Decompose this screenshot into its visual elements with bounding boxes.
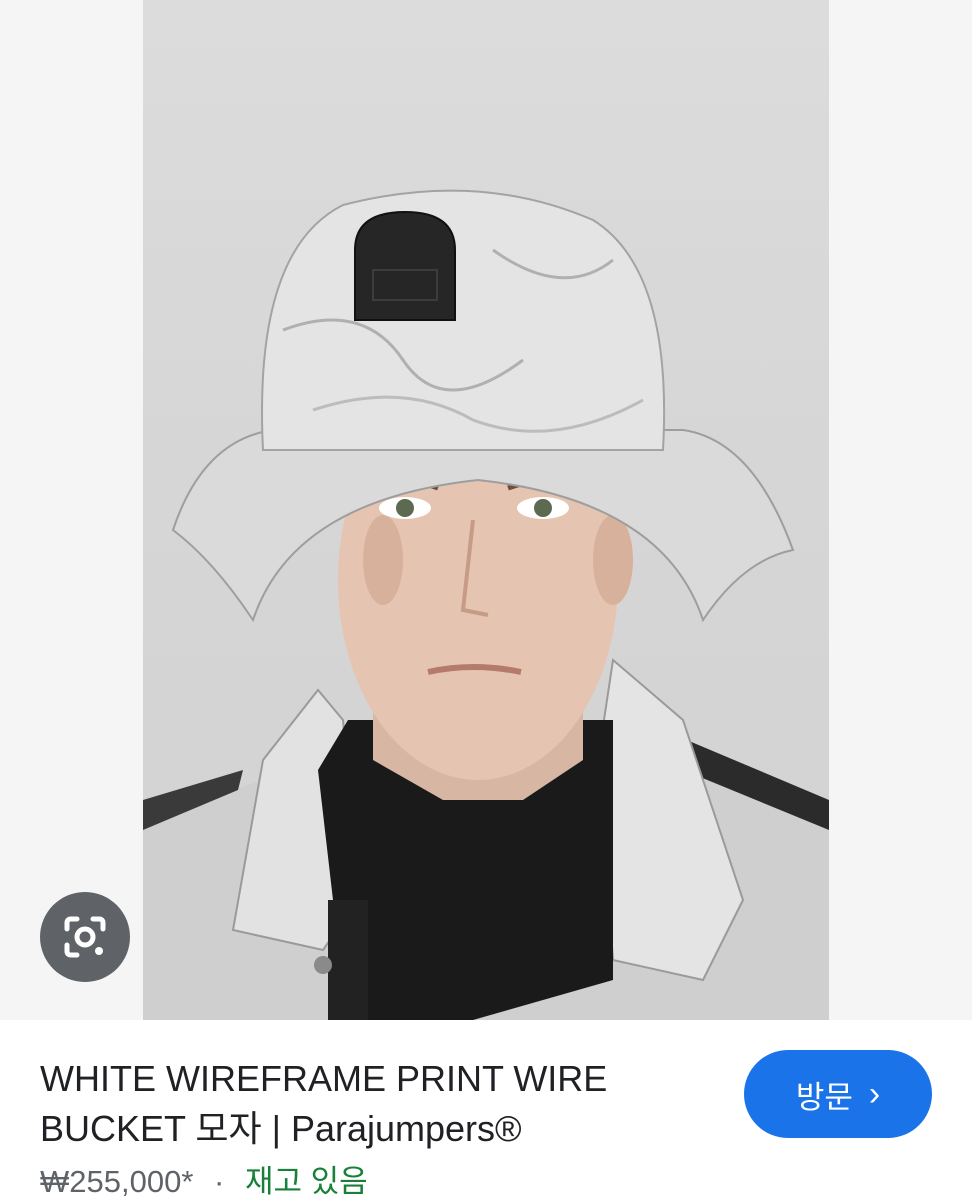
product-title[interactable]: WHITE WIREFRAME PRINT WIRE BUCKET 모자 | P…	[40, 1054, 700, 1154]
product-price: ₩255,000*	[40, 1164, 194, 1199]
stock-status: 재고 있음	[244, 1164, 368, 1199]
product-photo-illustration	[143, 189, 829, 1020]
separator-dot: ·	[214, 1164, 225, 1199]
price-row: ₩255,000* · 재고 있음	[40, 1160, 368, 1200]
product-result-card: WHITE WIREFRAME PRINT WIRE BUCKET 모자 | P…	[0, 0, 972, 1200]
product-image-area	[0, 0, 972, 1020]
chevron-right-icon: ›	[868, 1075, 881, 1113]
google-lens-button[interactable]	[40, 892, 130, 982]
product-info: WHITE WIREFRAME PRINT WIRE BUCKET 모자 | P…	[0, 1020, 972, 1200]
visit-button[interactable]: 방문 ›	[744, 1050, 932, 1138]
lens-camera-icon	[64, 916, 106, 958]
product-photo[interactable]	[143, 0, 829, 1020]
visit-button-label: 방문	[795, 1079, 853, 1115]
